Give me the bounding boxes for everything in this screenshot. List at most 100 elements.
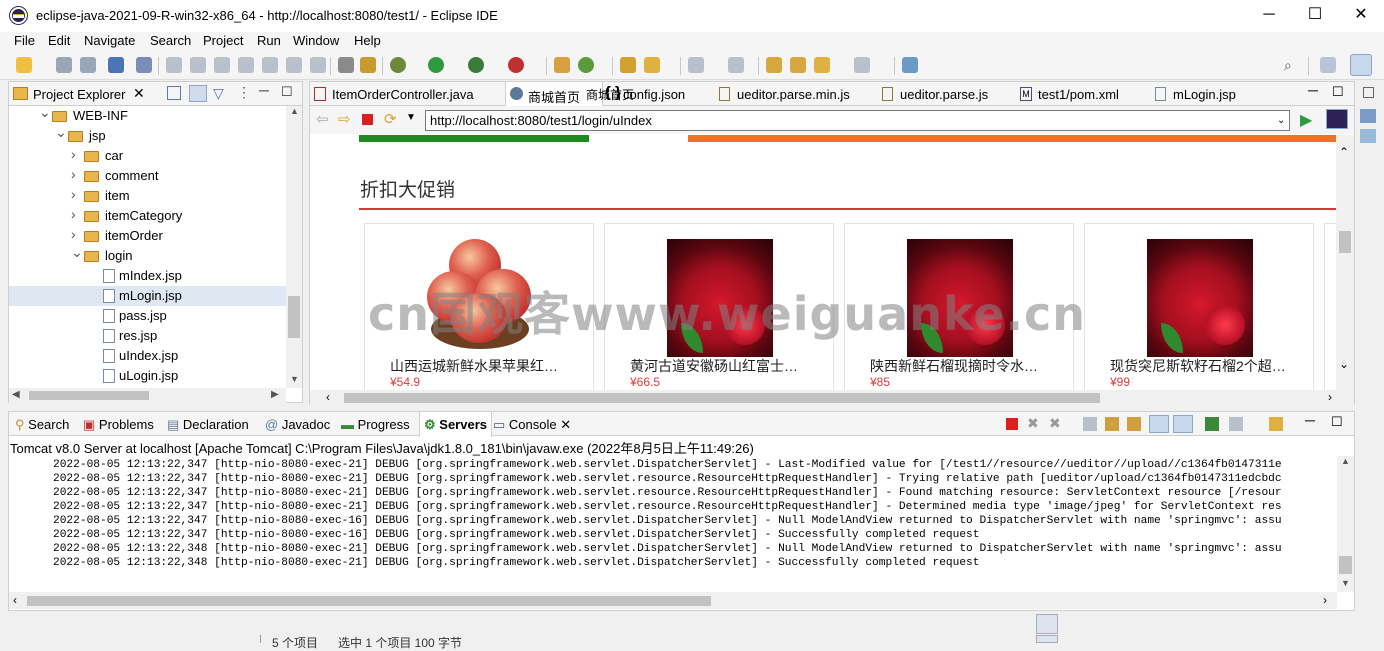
tree-file-item[interactable]: res.jsp [9, 326, 291, 346]
tree-folder-item[interactable]: › car [9, 146, 291, 166]
word-wrap-icon[interactable] [1127, 417, 1141, 431]
close-window-button[interactable]: ✕ [1338, 0, 1384, 32]
minimize-view-icon[interactable]: ─ [1305, 412, 1315, 428]
browser-refresh-icon[interactable]: ⟳ [384, 110, 397, 128]
collapsed-chevron-icon[interactable]: › [71, 226, 76, 242]
tab-problems[interactable]: ▣ Problems [83, 417, 154, 433]
tree-vertical-scrollbar[interactable]: ▲ ▼ [286, 106, 302, 388]
product-card[interactable]: 现货突尼斯软籽石榴2个超… ¥99 [1084, 223, 1314, 390]
open-task-icon[interactable] [644, 57, 660, 73]
skip-breakpoints-icon[interactable] [136, 57, 152, 73]
back-icon[interactable] [790, 57, 806, 73]
search-icon[interactable]: ⌕ [1284, 57, 1300, 73]
pin-editor-icon[interactable] [902, 57, 918, 73]
tab-progress[interactable]: ▬ Progress [341, 417, 410, 432]
external-tools-icon[interactable] [508, 57, 524, 73]
coverage-icon[interactable] [468, 57, 484, 73]
tree-scroll-thumb[interactable] [288, 296, 300, 338]
expanded-chevron-icon[interactable]: ⌄ [71, 244, 83, 261]
menu-run[interactable]: Run [257, 33, 281, 48]
minimize-view-icon[interactable]: ─ [259, 82, 269, 98]
terminate-icon[interactable] [214, 57, 230, 73]
menu-edit[interactable]: Edit [48, 33, 70, 48]
debug-icon[interactable] [390, 57, 406, 73]
remove-all-icon[interactable]: ✖ [1049, 415, 1061, 432]
progress-view-icon[interactable] [1036, 614, 1058, 634]
run-icon[interactable] [428, 57, 444, 73]
new-icon[interactable] [16, 57, 32, 73]
tab-declaration[interactable]: ▤ Declaration [167, 417, 249, 433]
product-card-partial[interactable] [1324, 223, 1336, 390]
tree-folder-item[interactable]: › itemOrder [9, 226, 291, 246]
menu-search[interactable]: Search [150, 33, 191, 48]
page-scroll-thumb[interactable] [1339, 231, 1351, 253]
pin-console-icon[interactable] [1205, 417, 1219, 431]
disconnect-icon[interactable] [238, 57, 254, 73]
minimize-button[interactable]: ─ [1246, 0, 1292, 32]
menu-navigate[interactable]: Navigate [84, 33, 135, 48]
product-name[interactable]: 黄河古道安徽砀山红富士… [630, 356, 798, 376]
maximize-view-icon[interactable]: ☐ [1332, 84, 1344, 100]
tree-file-item[interactable]: mIndex.jsp [9, 266, 291, 286]
console-horizontal-scrollbar[interactable]: ‹ › [9, 592, 1337, 609]
prev-annotation-icon[interactable] [728, 57, 744, 73]
step-into-icon[interactable] [262, 57, 278, 73]
expanded-chevron-icon[interactable]: ⌄ [55, 124, 67, 141]
close-icon[interactable]: ✕ [133, 85, 145, 102]
tree-folder-item[interactable]: › comment [9, 166, 291, 186]
save-all-icon[interactable] [80, 57, 96, 73]
forward-disabled-icon[interactable] [854, 57, 870, 73]
link-with-editor-icon[interactable] [189, 85, 207, 102]
last-edit-icon[interactable] [766, 57, 782, 73]
open-console-icon[interactable] [1269, 417, 1283, 431]
chevron-down-icon[interactable]: ▼ [406, 112, 416, 123]
project-explorer-tab[interactable]: Project Explorer [33, 87, 125, 102]
step-return-icon[interactable] [310, 57, 326, 73]
tab-config-json[interactable]: { } config.json [603, 82, 713, 106]
page-hscroll-thumb[interactable] [344, 393, 1100, 403]
resume-icon[interactable] [166, 57, 182, 73]
next-annotation-icon[interactable] [688, 57, 704, 73]
browser-back-icon[interactable]: ⇦ [316, 110, 329, 128]
menu-file[interactable]: File [14, 33, 35, 48]
close-icon[interactable]: ✕ [560, 417, 571, 432]
tab-item-order-controller[interactable]: ItemOrderController.java [310, 82, 505, 106]
page-vertical-scrollbar[interactable]: ⌃ ⌄ [1336, 135, 1354, 390]
step-over-icon[interactable] [286, 57, 302, 73]
tree-file-item[interactable]: uLogin.jsp [9, 366, 291, 386]
restore-icon[interactable] [1363, 87, 1374, 98]
use-step-filters-icon[interactable] [338, 57, 354, 73]
tab-shop-home[interactable]: 商城首页 商城首页 [505, 82, 634, 107]
url-dropdown-icon[interactable]: ⌄ [1277, 115, 1285, 126]
tab-search[interactable]: ⚲ Search [15, 417, 69, 433]
tree-folder-item[interactable]: ⌄ login [9, 244, 291, 266]
clear-console-icon[interactable] [1083, 417, 1097, 431]
collapsed-chevron-icon[interactable]: › [71, 186, 76, 202]
tree-file-item[interactable]: mLogin.jsp [9, 286, 291, 306]
display-console-icon[interactable] [1229, 417, 1243, 431]
remove-launch-icon[interactable]: ✖ [1027, 415, 1039, 432]
tab-mlogin-jsp[interactable]: mLogin.jsp [1151, 82, 1261, 106]
tab-servers[interactable]: ⚙ Servers [419, 412, 492, 437]
expanded-chevron-icon[interactable]: ⌄ [39, 106, 51, 121]
tree-folder-item[interactable]: › item [9, 186, 291, 206]
product-name[interactable]: 现货突尼斯软籽石榴2个超… [1110, 356, 1286, 376]
menu-window[interactable]: Window [293, 33, 339, 48]
tree-file-item[interactable]: uIndex.jsp [9, 346, 291, 366]
maximize-button[interactable]: ☐ [1292, 0, 1338, 32]
view-menu-icon[interactable]: ⋮ [237, 84, 251, 101]
tree-file-item[interactable]: pass.jsp [9, 306, 291, 326]
collapse-all-icon[interactable] [167, 86, 181, 100]
terminal-icon[interactable] [108, 57, 124, 73]
build-icon[interactable] [360, 57, 376, 73]
browser-forward-icon[interactable]: ⇨ [338, 110, 351, 128]
tab-pom-xml[interactable]: M test1/pom.xml [1016, 82, 1151, 106]
new-package-icon[interactable] [554, 57, 570, 73]
tab-ueditor-parse-js[interactable]: ueditor.parse.js [878, 82, 1016, 106]
product-name[interactable]: 山西运城新鲜水果苹果红… [390, 356, 558, 376]
collapsed-chevron-icon[interactable]: › [71, 146, 76, 162]
console-hscroll-thumb[interactable] [27, 596, 711, 606]
save-icon[interactable] [56, 57, 72, 73]
minimize-view-icon[interactable]: ─ [1308, 82, 1318, 98]
menu-help[interactable]: Help [354, 33, 381, 48]
